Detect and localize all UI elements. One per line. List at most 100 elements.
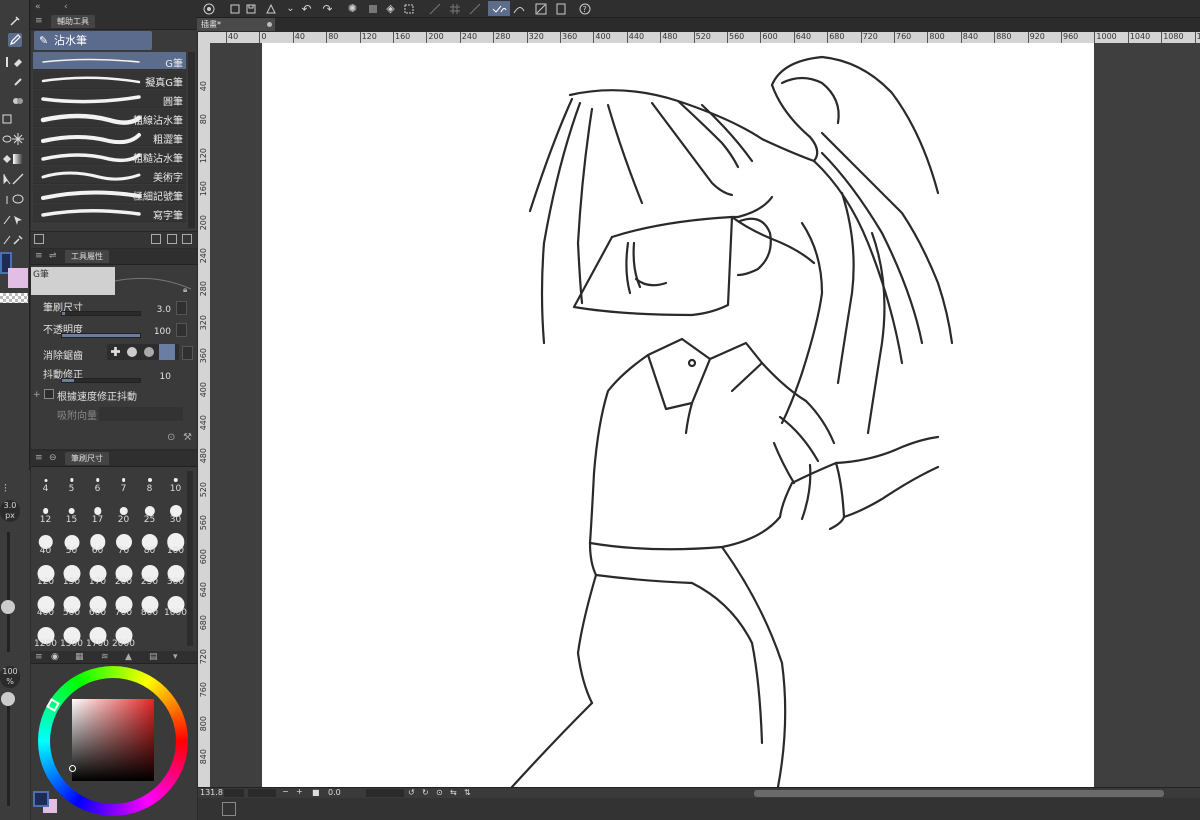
color-history-tab-icon[interactable]: ▤ <box>149 652 158 662</box>
brush-size-dynamics-button[interactable] <box>176 301 187 315</box>
rotate-left-icon[interactable]: ↺ <box>408 788 415 797</box>
flip-horizontal-icon[interactable]: ⇆ <box>450 788 457 797</box>
intermediate-color-tab-icon[interactable]: ≋ <box>101 652 109 662</box>
antialias-medium-option[interactable] <box>144 347 154 357</box>
canvas-area[interactable] <box>210 43 1200 789</box>
brush-size-preset[interactable]: 170 <box>85 557 110 587</box>
brush-size-preset[interactable]: 50 <box>59 526 84 556</box>
zoom-value[interactable]: 131.8 <box>200 788 223 797</box>
brush-size-preset[interactable]: 25 <box>137 495 162 525</box>
brush-size-preset[interactable]: 120 <box>33 557 58 587</box>
rotation-value[interactable]: 0.0 <box>328 788 341 797</box>
gradient-tool-icon[interactable] <box>11 152 25 166</box>
dropper-tool-icon[interactable] <box>11 233 25 247</box>
antialias-none-option[interactable] <box>111 347 120 356</box>
sub-tool-item[interactable]: 圓筆 <box>33 90 186 108</box>
zoom-input[interactable] <box>224 789 244 797</box>
clear-icon[interactable] <box>365 1 380 16</box>
save-icon[interactable] <box>243 1 258 16</box>
duplicate-sub-tool-icon[interactable] <box>167 234 177 244</box>
export-icon[interactable] <box>263 1 278 16</box>
menu-icon[interactable]: ≡ <box>35 251 43 261</box>
correct-line-tool-icon[interactable] <box>11 213 25 227</box>
antialias-strong-option[interactable] <box>159 344 175 360</box>
undo-icon[interactable]: ↶ <box>299 1 314 16</box>
brush-size-value[interactable]: 3.0 <box>157 305 171 315</box>
zoom-in-icon[interactable]: + <box>296 787 303 796</box>
menu-icon[interactable]: ≡ <box>35 453 43 463</box>
brush-size-preset[interactable]: 10 <box>163 464 188 494</box>
brush-size-preset[interactable]: 400 <box>33 588 58 618</box>
brush-size-preset[interactable]: 15 <box>59 495 84 525</box>
lock-icon[interactable]: 🔒︎ <box>183 285 187 295</box>
color-picker-cursor[interactable] <box>69 765 76 772</box>
brush-size-preset[interactable]: 500 <box>59 588 84 618</box>
brush-size-preset[interactable]: 1500 <box>59 619 84 649</box>
navigator-toggle-icon[interactable] <box>222 802 236 816</box>
snap-ruler-icon[interactable] <box>427 1 442 16</box>
color-wheel-tab-icon[interactable]: ◉ <box>51 652 59 662</box>
brush-size-preset[interactable]: 100 <box>163 526 188 556</box>
layer-move-icon[interactable] <box>0 112 14 126</box>
mini-main-color-swatch[interactable] <box>33 791 49 807</box>
snap-special-ruler-icon[interactable] <box>467 1 482 16</box>
collapse-right-icon[interactable]: ‹ <box>64 2 68 12</box>
sub-tool-item[interactable]: 美術字 <box>33 166 186 184</box>
fill-icon[interactable]: ◈ <box>383 1 398 16</box>
brush-size-preset[interactable]: 80 <box>137 526 162 556</box>
blend-tool-icon[interactable] <box>11 93 25 107</box>
brush-size-preset[interactable]: 17 <box>85 495 110 525</box>
menu-icon[interactable]: ≡ <box>35 16 43 26</box>
size-slider-track[interactable] <box>7 532 10 652</box>
brush-size-preset[interactable]: 8 <box>137 464 162 494</box>
collapse-left-icon[interactable]: « <box>35 2 41 12</box>
antialias-weak-option[interactable] <box>127 347 137 357</box>
brush-size-preset[interactable]: 250 <box>137 557 162 587</box>
stabilization-value[interactable]: 10 <box>160 372 171 382</box>
dropdown-arrow-icon[interactable]: ⌄ <box>283 1 298 16</box>
opacity-slider-track[interactable] <box>7 696 10 806</box>
snap-grid-icon[interactable] <box>447 1 462 16</box>
brush-size-preset[interactable]: 60 <box>85 526 110 556</box>
speed-stabilization-checkbox[interactable] <box>44 389 54 399</box>
brush-size-preset[interactable]: 5 <box>59 464 84 494</box>
zoom-out-icon[interactable]: − <box>282 787 289 796</box>
transparent-color-swatch[interactable] <box>0 293 28 303</box>
sub-tool-group-tab[interactable]: ✎ 沾水筆 <box>34 31 152 50</box>
opacity-slider[interactable] <box>61 333 141 338</box>
sub-tool-item[interactable]: G筆 <box>33 52 186 70</box>
canvas-paper[interactable] <box>262 43 1094 789</box>
smoothing-toggle-icon[interactable] <box>510 1 528 16</box>
new-layer-icon[interactable] <box>227 1 242 16</box>
loading-icon[interactable]: ✺ <box>345 1 360 16</box>
tab-tool-property[interactable]: 工具屬性 <box>65 250 109 263</box>
edit-icon[interactable] <box>533 1 548 16</box>
horizontal-scrollbar[interactable] <box>754 790 1164 797</box>
sub-tool-settings-icon[interactable] <box>34 234 44 244</box>
brush-size-preset[interactable]: 70 <box>111 526 136 556</box>
tab-sub-tool[interactable]: 輔助工具 <box>51 15 95 28</box>
download-sub-tool-icon[interactable] <box>151 234 161 244</box>
opacity-value[interactable]: 100 <box>154 327 171 337</box>
antialias-selector[interactable] <box>107 344 179 360</box>
brush-size-preset[interactable]: 7 <box>111 464 136 494</box>
app-logo-icon[interactable] <box>201 1 216 16</box>
brush-size-preset[interactable]: 12 <box>33 495 58 525</box>
adjust-icon[interactable]: ⫶ <box>4 482 7 496</box>
redo-icon[interactable]: ↷ <box>320 1 335 16</box>
wrench-icon[interactable]: ⚒ <box>183 432 192 443</box>
magic-wand-icon[interactable] <box>11 132 25 146</box>
balloon-tool-icon[interactable] <box>11 193 25 207</box>
brush-size-preset[interactable]: 4 <box>33 464 58 494</box>
sub-tool-item[interactable]: 寫字筆 <box>33 204 186 222</box>
brush-size-preset[interactable]: 1700 <box>85 619 110 649</box>
brush-size-preset[interactable]: 700 <box>111 588 136 618</box>
brush-size-preset[interactable]: 40 <box>33 526 58 556</box>
sub-tool-item[interactable]: 粗澀筆 <box>33 128 186 146</box>
size-slider-handle[interactable] <box>1 600 15 614</box>
sub-tool-item[interactable]: 擬真G筆 <box>33 71 186 89</box>
fit-icon[interactable]: ■ <box>312 788 320 797</box>
brush-size-preset[interactable]: 600 <box>85 588 110 618</box>
sub-color-swatch[interactable] <box>8 268 28 288</box>
brush-size-preset[interactable]: 20 <box>111 495 136 525</box>
